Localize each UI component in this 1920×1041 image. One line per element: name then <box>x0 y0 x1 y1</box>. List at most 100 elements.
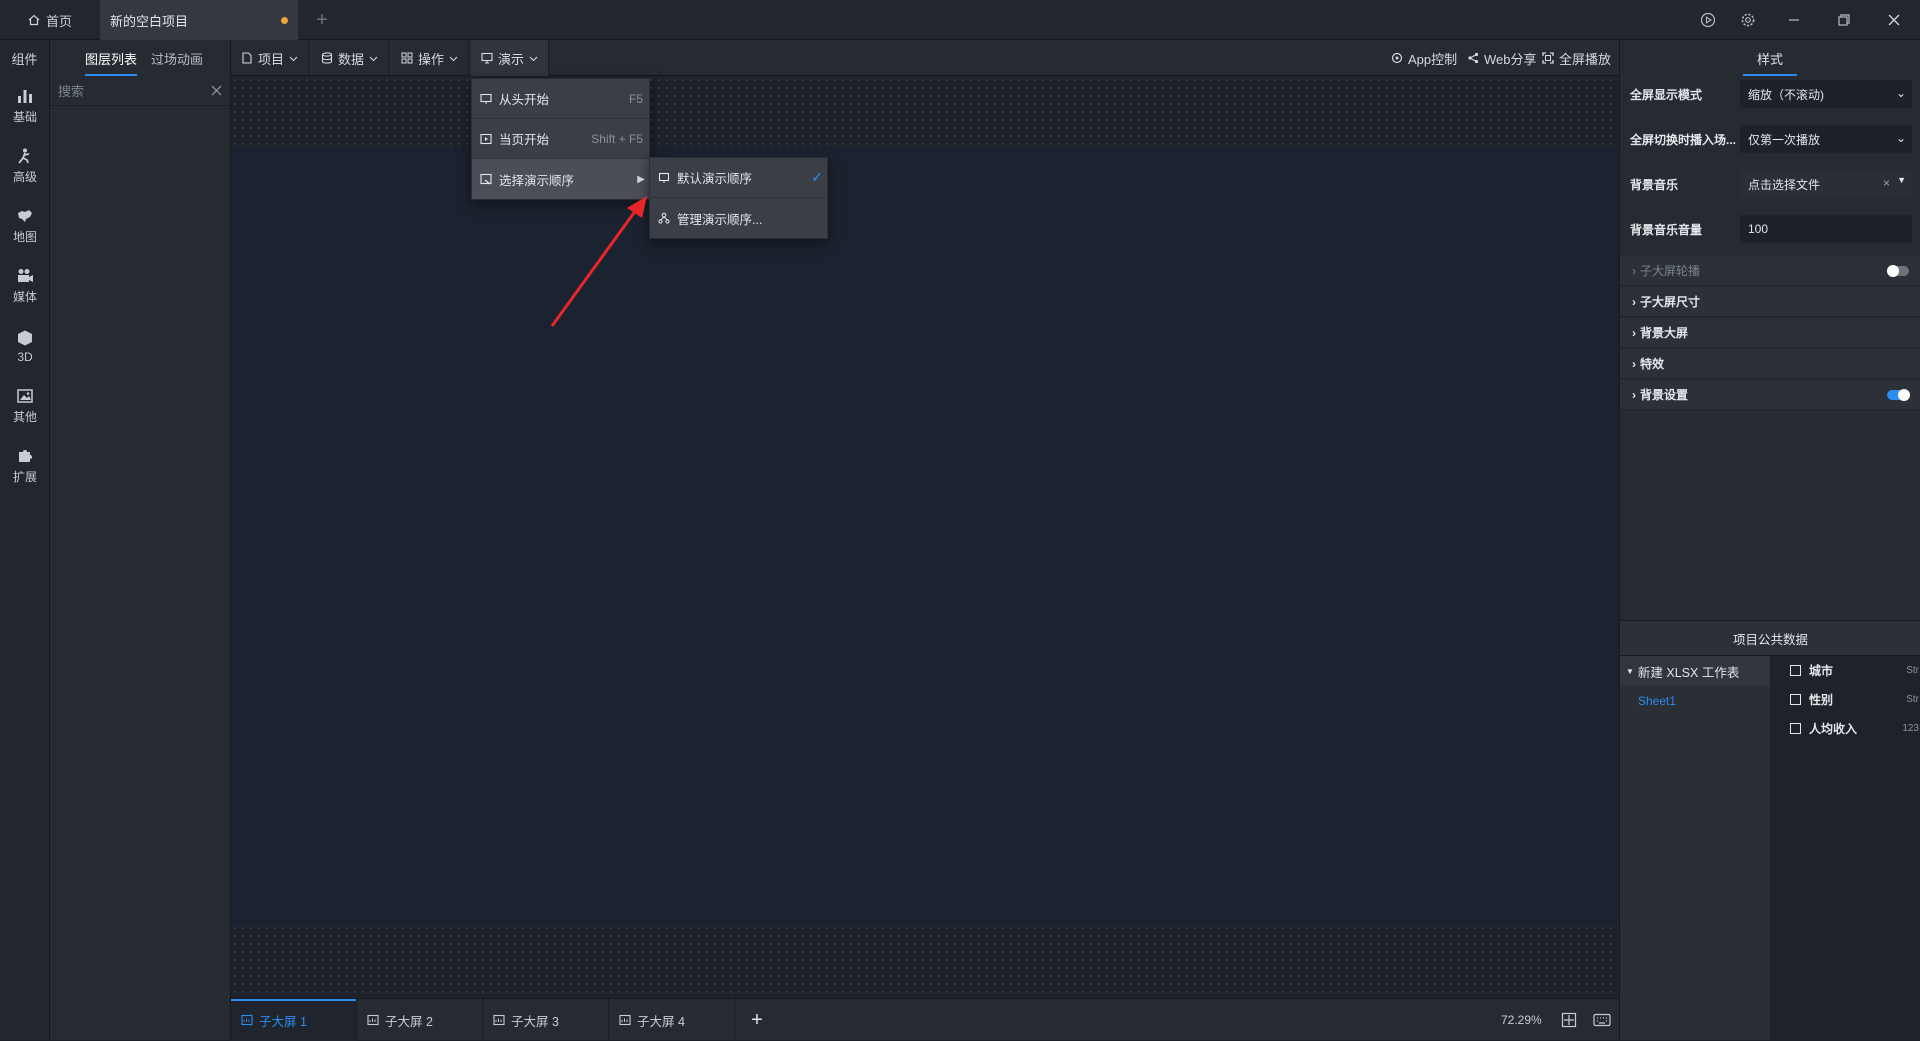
field-row[interactable]: 性别 Str <box>1770 685 1920 714</box>
fullscreen-play-label: 全屏播放 <box>1559 51 1612 67</box>
play-button[interactable] <box>1688 0 1728 40</box>
section-background-screen[interactable]: › 背景大屏 <box>1620 318 1920 348</box>
gear-icon <box>1741 13 1755 27</box>
close-button[interactable] <box>1874 0 1914 40</box>
settings-button[interactable] <box>1728 0 1768 40</box>
chevron-down-icon: ⌄ <box>1895 86 1906 100</box>
data-sheet-node[interactable]: Sheet1 <box>1620 686 1770 716</box>
rail-item-basic[interactable]: 基础 <box>0 76 50 136</box>
screen-tab-4[interactable]: 子大屏 4 <box>609 999 735 1041</box>
clear-file-icon[interactable]: × <box>1883 176 1890 190</box>
component-rail: 组件 基础 高级 地图 媒体 3D 其他 扩展 <box>0 40 50 1040</box>
tab-transition-animation[interactable]: 过场动画 <box>151 40 203 76</box>
prop-label: 背景音乐 <box>1630 177 1679 192</box>
caret-down-icon: ▼ <box>1897 175 1906 185</box>
rail-item-media[interactable]: 媒体 <box>0 256 50 316</box>
file-picker-placeholder: 点击选择文件 <box>1748 177 1821 192</box>
checkbox[interactable] <box>1790 694 1801 705</box>
public-data-header: 项目公共数据 <box>1620 620 1920 656</box>
rail-item-label: 基础 <box>12 110 37 124</box>
rail-item-extension[interactable]: 扩展 <box>0 436 50 496</box>
checkbox[interactable] <box>1790 723 1801 734</box>
layer-panel: 图层列表 过场动画 搜索 <box>50 40 231 1040</box>
play-slide-icon <box>480 133 492 144</box>
restore-icon <box>1838 14 1850 26</box>
prop-label: 全屏切换时播入场... <box>1630 132 1737 147</box>
share-icon <box>1468 52 1479 64</box>
section-sub-screen-carousel[interactable]: › 子大屏轮播 <box>1620 256 1920 286</box>
menu-item-choose-order[interactable]: 选择演示顺序 ▶ <box>472 159 649 199</box>
section-effects[interactable]: › 特效 <box>1620 349 1920 379</box>
section-sub-screen-size[interactable]: › 子大屏尺寸 <box>1620 287 1920 317</box>
field-type: 123 <box>1902 723 1919 734</box>
image-icon <box>17 389 33 403</box>
field-row[interactable]: 人均收入 123 <box>1770 714 1920 743</box>
section-background-settings[interactable]: › 背景设置 <box>1620 380 1920 410</box>
menu-present-label: 演示 <box>498 51 525 67</box>
rail-item-3d[interactable]: 3D <box>0 316 50 376</box>
screen-artboard[interactable] <box>231 147 1619 927</box>
bg-music-volume-input[interactable]: 100 <box>1740 215 1912 243</box>
rail-item-label: 其他 <box>12 410 37 424</box>
screen-tab-2[interactable]: 子大屏 2 <box>357 999 483 1041</box>
carousel-toggle[interactable] <box>1887 265 1909 277</box>
menu-data[interactable]: 数据 <box>311 40 390 76</box>
app-control-icon <box>1391 52 1403 64</box>
select-value: 缩放（不滚动) <box>1748 87 1824 102</box>
submenu-item-default-order[interactable]: 默认演示顺序 ✓ <box>650 158 827 198</box>
editor-canvas[interactable] <box>231 76 1619 998</box>
properties-panel: 样式 全屏显示模式 缩放（不滚动) ⌄ 全屏切换时播入场... 仅第一次播放 ⌄… <box>1619 40 1920 1040</box>
keyboard-button[interactable] <box>1593 1013 1611 1027</box>
screen-tab-label: 子大屏 2 <box>385 1014 433 1029</box>
chevron-right-icon: › <box>1632 294 1636 309</box>
rail-item-map[interactable]: 地图 <box>0 196 50 256</box>
layer-search-input[interactable]: 搜索 <box>50 76 230 106</box>
rail-item-label: 扩展 <box>12 470 37 484</box>
add-tab-button[interactable]: + <box>310 0 334 40</box>
prop-fullscreen-mode: 全屏显示模式 缩放（不滚动) ⌄ <box>1620 80 1920 108</box>
chevron-right-icon: › <box>1632 325 1636 340</box>
rail-item-advanced[interactable]: 高级 <box>0 136 50 196</box>
clear-search-icon[interactable] <box>211 85 222 96</box>
tab-layer-list[interactable]: 图层列表 <box>85 40 138 76</box>
screen-tab-label: 子大屏 1 <box>259 1014 307 1029</box>
fit-screen-icon <box>1561 1012 1577 1028</box>
minimize-button[interactable] <box>1774 0 1814 40</box>
fit-screen-button[interactable] <box>1561 1012 1577 1028</box>
screen-tab-3[interactable]: 子大屏 3 <box>483 999 609 1041</box>
web-share-button[interactable]: Web分享 <box>1467 40 1537 76</box>
screen-tab-1[interactable]: 子大屏 1 <box>231 999 357 1041</box>
data-file-node[interactable]: ▼ 新建 XLSX 工作表 <box>1620 656 1770 686</box>
screen-icon <box>241 1014 253 1026</box>
close-icon <box>1888 14 1900 26</box>
zoom-level[interactable]: 72.29% <box>1501 999 1542 1041</box>
rail-item-label: 高级 <box>12 170 37 184</box>
project-tab[interactable]: 新的空白项目 <box>100 0 298 40</box>
transition-play-select[interactable]: 仅第一次播放 ⌄ <box>1740 125 1912 153</box>
background-settings-toggle[interactable] <box>1887 389 1910 401</box>
fullscreen-mode-select[interactable]: 缩放（不滚动) ⌄ <box>1740 80 1912 108</box>
field-name: 城市 <box>1809 664 1834 678</box>
fullscreen-play-button[interactable]: 全屏播放 <box>1542 40 1611 76</box>
menu-present[interactable]: 演示 <box>471 40 550 76</box>
puzzle-icon <box>19 450 32 462</box>
rail-item-other[interactable]: 其他 <box>0 376 50 436</box>
tab-style[interactable]: 样式 <box>1620 40 1920 76</box>
menu-operation[interactable]: 操作 <box>391 40 470 76</box>
section-label: 背景设置 <box>1640 388 1689 402</box>
menu-project[interactable]: 项目 <box>231 40 310 76</box>
field-name: 人均收入 <box>1809 722 1858 736</box>
submenu-item-manage-order[interactable]: 管理演示顺序... <box>650 198 827 238</box>
menu-item-start-from-current[interactable]: 当页开始 Shift + F5 <box>472 119 649 159</box>
add-screen-button[interactable]: + <box>735 999 779 1041</box>
restore-button[interactable] <box>1824 0 1864 40</box>
checkbox[interactable] <box>1790 665 1801 676</box>
app-control-button[interactable]: App控制 <box>1391 40 1457 76</box>
home-tab[interactable]: 首页 <box>0 0 100 40</box>
field-type: Str <box>1906 665 1919 676</box>
bg-music-file-picker[interactable]: 点击选择文件 × ▼ <box>1740 170 1912 198</box>
field-row[interactable]: 城市 Str <box>1770 656 1920 685</box>
menu-item-start-from-beginning[interactable]: 从头开始 F5 <box>472 79 649 119</box>
menu-item-label: 默认演示顺序 <box>677 172 753 186</box>
database-icon <box>321 52 333 64</box>
